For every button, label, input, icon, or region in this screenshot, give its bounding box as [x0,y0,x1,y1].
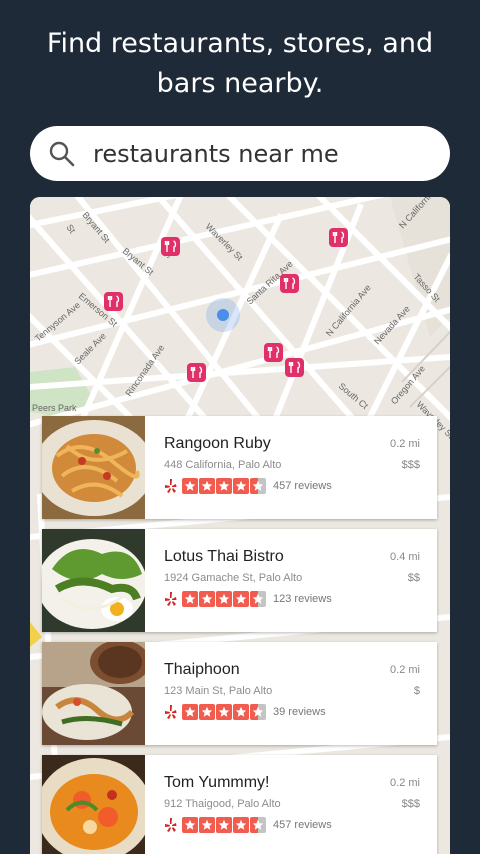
result-info: Rangoon Ruby 448 California, Palo Alto 4… [145,416,437,519]
star-icon [216,591,232,607]
review-count: 123 reviews [273,593,332,605]
star-rating [182,591,266,607]
star-icon [182,591,198,607]
search-input[interactable]: restaurants near me [93,140,339,168]
result-card[interactable]: Rangoon Ruby 448 California, Palo Alto 4… [42,416,437,519]
star-icon [182,817,198,833]
restaurant-photo [42,416,145,519]
star-rating [182,478,266,494]
review-count: 457 reviews [273,819,332,831]
headline: Find restaurants, stores, and bars nearb… [0,24,480,104]
result-card[interactable]: Lotus Thai Bistro 1924 Gamache St, Palo … [42,529,437,632]
restaurant-photo [42,529,145,632]
result-card[interactable]: Tom Yummmy! 912 Thaigood, Palo Alto 457 … [42,755,437,854]
star-icon [216,478,232,494]
star-icon [216,704,232,720]
star-icon [199,591,215,607]
result-info: Tom Yummmy! 912 Thaigood, Palo Alto 457 … [145,755,437,854]
yelp-burst-icon [165,592,177,606]
star-icon [233,478,249,494]
result-info: Thaiphoon 123 Main St, Palo Alto 39 revi… [145,642,437,745]
result-card[interactable]: Thaiphoon 123 Main St, Palo Alto 39 revi… [42,642,437,745]
yelp-burst-icon [165,479,177,493]
distance: 0.4 mi [390,551,420,563]
search-icon [48,140,76,168]
restaurant-address: 448 California, Palo Alto [164,459,282,471]
star-icon [250,478,266,494]
price-level: $$$ [401,459,420,471]
star-icon [199,704,215,720]
star-icon [250,817,266,833]
rating-row: 39 reviews [164,704,437,720]
headline-line-2: bars nearby. [156,68,324,99]
star-icon [199,478,215,494]
restaurant-pin-icon[interactable] [280,274,299,293]
star-icon [199,817,215,833]
restaurant-photo [42,755,145,854]
price-level: $$ [407,572,420,584]
yelp-burst-icon [165,705,177,719]
rating-row: 123 reviews [164,591,437,607]
star-rating [182,704,266,720]
star-rating [182,817,266,833]
star-icon [233,591,249,607]
distance: 0.2 mi [390,664,420,676]
restaurant-pin-icon[interactable] [285,358,304,377]
yelp-burst-icon [165,818,177,832]
rating-row: 457 reviews [164,817,437,833]
distance: 0.2 mi [390,777,420,789]
price-level: $ [413,685,420,697]
distance: 0.2 mi [390,438,420,450]
restaurant-pin-icon[interactable] [329,228,348,247]
star-icon [182,478,198,494]
restaurant-pin-icon[interactable] [161,237,180,256]
search-bar[interactable]: restaurants near me [30,126,450,181]
restaurant-address: 1924 Gamache St, Palo Alto [164,572,303,584]
restaurant-pin-icon[interactable] [264,343,283,362]
star-icon [250,704,266,720]
star-icon [233,704,249,720]
restaurant-pin-icon[interactable] [104,292,123,311]
review-count: 457 reviews [273,480,332,492]
map-results-panel: St Bryant St Bryant St Sc Waverley St Te… [30,197,450,854]
restaurant-address: 912 Thaigood, Palo Alto [164,798,281,810]
price-level: $$$ [401,798,420,810]
current-location-dot [206,298,240,332]
headline-line-1: Find restaurants, stores, and [46,28,434,59]
restaurant-pin-icon[interactable] [187,363,206,382]
star-icon [216,817,232,833]
park-label: Peers Park [32,403,77,413]
star-icon [182,704,198,720]
result-info: Lotus Thai Bistro 1924 Gamache St, Palo … [145,529,437,632]
rating-row: 457 reviews [164,478,437,494]
star-icon [233,817,249,833]
review-count: 39 reviews [273,706,326,718]
restaurant-photo [42,642,145,745]
star-icon [250,591,266,607]
restaurant-address: 123 Main St, Palo Alto [164,685,273,697]
